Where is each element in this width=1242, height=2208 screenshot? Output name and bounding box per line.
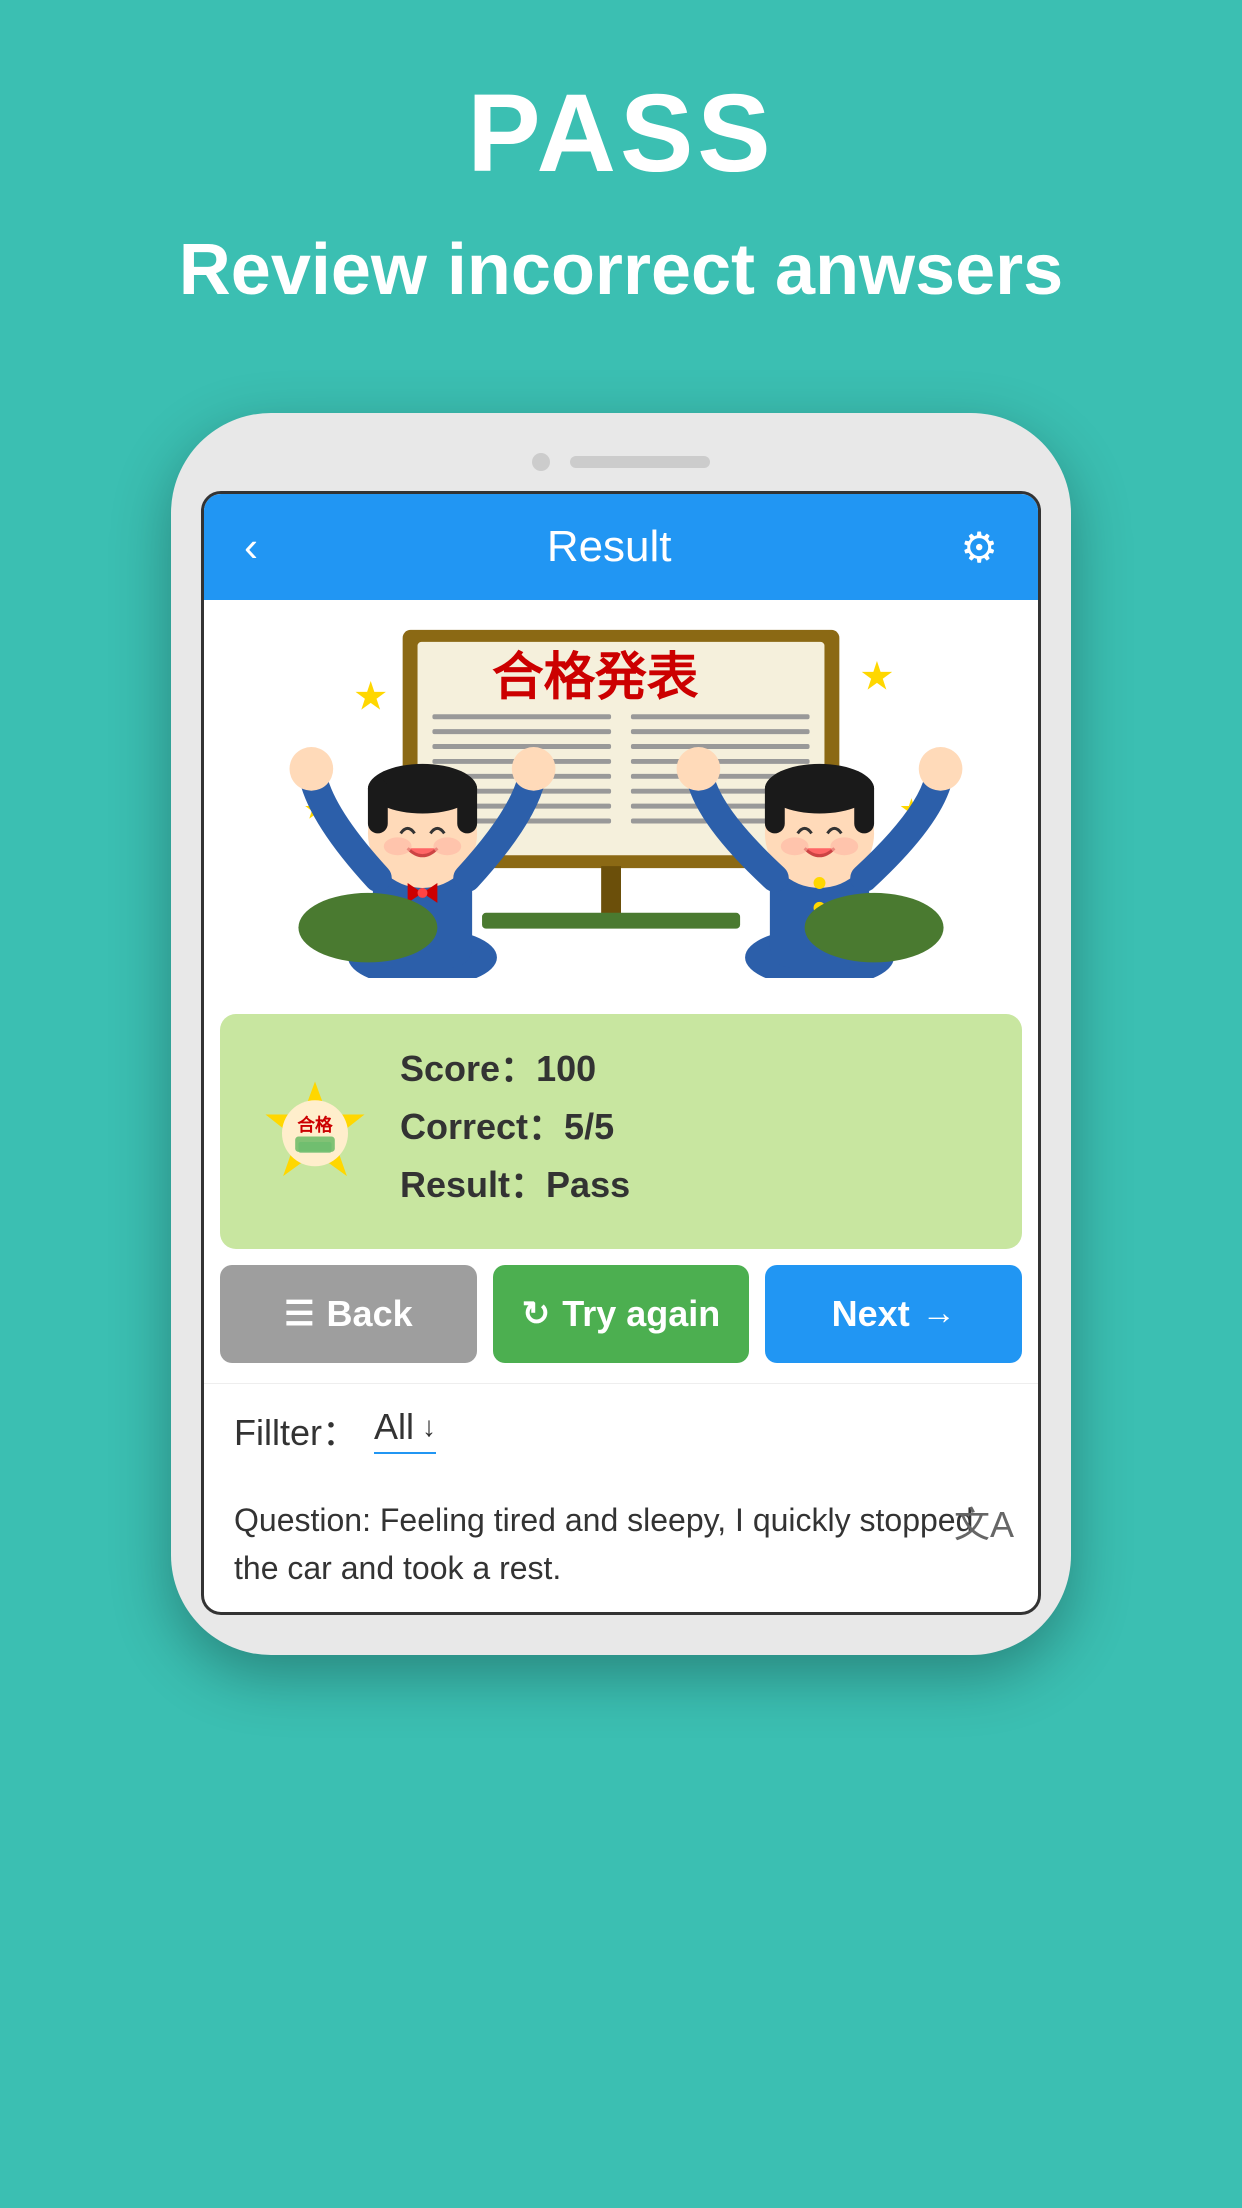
- svg-text:★: ★: [353, 675, 389, 719]
- filter-value: All: [374, 1406, 414, 1448]
- filter-label: Fillter：: [234, 1404, 358, 1456]
- next-button[interactable]: Next →: [765, 1265, 1022, 1363]
- score-line: Score：100: [400, 1044, 982, 1094]
- phone-speaker: [570, 456, 710, 468]
- score-card: 合格 Score：100 Correct：5/5 Result：Pass: [220, 1014, 1022, 1249]
- svg-text:合格: 合格: [297, 1115, 333, 1135]
- try-again-label: Try again: [562, 1293, 720, 1335]
- back-button-label: Back: [327, 1293, 413, 1335]
- pass-title: PASS: [0, 70, 1242, 197]
- filter-dropdown[interactable]: All ↓: [374, 1406, 436, 1454]
- filter-dropdown-arrow-icon: ↓: [422, 1411, 436, 1443]
- app-header: ‹ Result ⚙: [204, 494, 1038, 600]
- phone-mockup-wrapper: ‹ Result ⚙ 合格発表: [0, 413, 1242, 1654]
- question-text: Question: Feeling tired and sleepy, I qu…: [234, 1496, 1008, 1592]
- header-title: Result: [547, 522, 672, 572]
- action-buttons: ☰ Back ↻ Try again Next →: [220, 1265, 1022, 1363]
- phone-screen: ‹ Result ⚙ 合格発表: [201, 491, 1041, 1614]
- pass-badge-icon: 合格: [260, 1076, 370, 1186]
- svg-text:★: ★: [859, 655, 895, 699]
- result-line: Result：Pass: [400, 1160, 982, 1210]
- score-details: Score：100 Correct：5/5 Result：Pass: [400, 1044, 982, 1219]
- list-icon: ☰: [284, 1294, 314, 1334]
- phone-camera: [532, 453, 550, 471]
- illustration-area: 合格発表: [204, 600, 1038, 997]
- phone-mockup: ‹ Result ⚙ 合格発表: [171, 413, 1071, 1654]
- question-area: 文A Question: Feeling tired and sleepy, I…: [204, 1476, 1038, 1612]
- filter-section: Fillter： All ↓: [204, 1383, 1038, 1476]
- settings-icon[interactable]: ⚙: [960, 523, 998, 572]
- svg-text:合格発表: 合格発表: [492, 650, 699, 707]
- correct-line: Correct：5/5: [400, 1102, 982, 1152]
- back-arrow-icon[interactable]: ‹: [244, 523, 258, 571]
- refresh-icon: ↻: [522, 1294, 551, 1334]
- back-button[interactable]: ☰ Back: [220, 1265, 477, 1363]
- phone-top-bar: [201, 453, 1041, 471]
- try-again-button[interactable]: ↻ Try again: [493, 1265, 750, 1363]
- arrow-right-icon: →: [922, 1294, 956, 1333]
- subtitle: Review incorrect anwsers: [0, 227, 1242, 313]
- next-button-label: Next: [832, 1293, 910, 1335]
- celebration-illustration: 合格発表: [224, 620, 1018, 977]
- translate-icon[interactable]: 文A: [954, 1496, 1014, 1548]
